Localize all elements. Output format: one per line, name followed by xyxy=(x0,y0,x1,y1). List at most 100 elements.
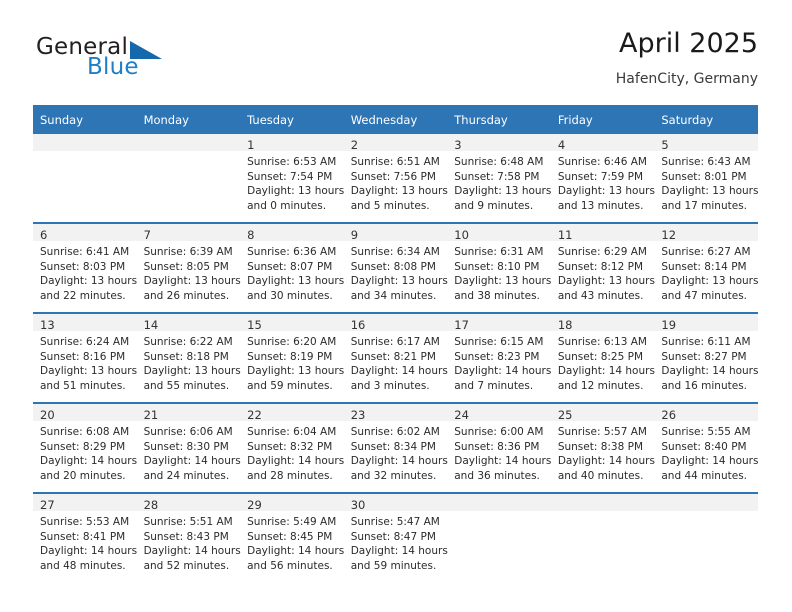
day-number-band: 10 xyxy=(447,224,551,242)
sunrise-text: Sunrise: 6:29 AM xyxy=(557,246,647,258)
sunrise-text: Sunrise: 6:24 AM xyxy=(40,336,130,348)
day-details: Sunrise: 6:39 AM Sunset: 8:05 PM Daylight:… xyxy=(137,241,241,303)
day-details: Sunrise: 6:20 AM Sunset: 8:19 PM Daylight:… xyxy=(240,331,344,393)
day-number: 19 xyxy=(661,318,677,332)
calendar-day-cell[interactable]: 28 Sunrise: 5:51 AM Sunset: 8:43 PM Dayligh… xyxy=(136,492,241,582)
day-number-band: 21 xyxy=(136,404,241,422)
day-number-band: 20 xyxy=(33,404,137,422)
day-number: 2 xyxy=(350,138,359,152)
daylight-text-line2: and 24 minutes. xyxy=(143,469,230,482)
day-number: 14 xyxy=(143,318,159,332)
calendar-week-row: 20 Sunrise: 6:08 AM Sunset: 8:29 PM Dayligh… xyxy=(33,402,758,493)
calendar-day-cell[interactable]: 25 Sunrise: 5:57 AM Sunset: 8:38 PM Dayligh… xyxy=(550,402,655,493)
day-cell-inner: 2 Sunrise: 6:51 AM Sunset: 7:56 PM Daylight… xyxy=(343,134,448,222)
daylight-text-line1: Daylight: 14 hours xyxy=(454,365,552,378)
day-number-band: 17 xyxy=(447,314,551,332)
calendar-day-cell[interactable]: 24 Sunrise: 6:00 AM Sunset: 8:36 PM Dayligh… xyxy=(447,402,551,493)
daylight-text-line2: and 5 minutes. xyxy=(350,199,430,212)
daylight-text-line1: Daylight: 13 hours xyxy=(40,275,138,288)
calendar-day-cell[interactable]: 1 Sunrise: 6:53 AM Sunset: 7:54 PM Daylight… xyxy=(240,134,344,223)
sunrise-text: Sunrise: 6:04 AM xyxy=(247,426,337,438)
calendar-day-cell[interactable]: 13 Sunrise: 6:24 AM Sunset: 8:16 PM Dayligh… xyxy=(33,312,137,403)
calendar-day-cell[interactable]: 29 Sunrise: 5:49 AM Sunset: 8:45 PM Dayligh… xyxy=(240,492,344,582)
day-cell-inner xyxy=(654,494,758,582)
daylight-text-line2: and 17 minutes. xyxy=(661,199,748,212)
calendar-day-cell[interactable]: 19 Sunrise: 6:11 AM Sunset: 8:27 PM Dayligh… xyxy=(654,312,758,403)
calendar-day-cell[interactable]: 5 Sunrise: 6:43 AM Sunset: 8:01 PM Daylight… xyxy=(654,134,758,223)
day-number-band: 22 xyxy=(240,404,344,422)
weekday-header-sunday: Sunday xyxy=(33,105,137,134)
day-number-band: 29 xyxy=(240,494,344,512)
calendar-day-cell[interactable]: 12 Sunrise: 6:27 AM Sunset: 8:14 PM Dayligh… xyxy=(654,222,758,313)
calendar-day-cell[interactable]: 26 Sunrise: 5:55 AM Sunset: 8:40 PM Dayligh… xyxy=(654,402,758,493)
daylight-text-line1: Daylight: 13 hours xyxy=(454,185,552,198)
calendar-day-cell[interactable]: 17 Sunrise: 6:15 AM Sunset: 8:23 PM Dayligh… xyxy=(447,312,552,403)
sunrise-text: Sunrise: 6:51 AM xyxy=(350,156,440,168)
day-cell-inner: 24 Sunrise: 6:00 AM Sunset: 8:36 PM Dayligh… xyxy=(447,404,551,492)
calendar-day-cell[interactable]: 2 Sunrise: 6:51 AM Sunset: 7:56 PM Daylight… xyxy=(343,134,448,223)
day-details: Sunrise: 6:43 AM Sunset: 8:01 PM Daylight:… xyxy=(654,151,758,213)
day-number-band: 5 xyxy=(654,134,758,152)
day-number: 8 xyxy=(247,228,255,242)
sunrise-text: Sunrise: 5:49 AM xyxy=(247,516,337,528)
daylight-text-line1: Daylight: 13 hours xyxy=(143,365,241,378)
calendar-day-cell[interactable]: 15 Sunrise: 6:20 AM Sunset: 8:19 PM Dayligh… xyxy=(240,312,344,403)
calendar-page: General Blue April 2025 HafenCity, Germa… xyxy=(0,0,792,612)
day-cell-inner xyxy=(33,134,137,222)
sunset-text: Sunset: 8:18 PM xyxy=(143,350,229,363)
sunset-text: Sunset: 8:47 PM xyxy=(350,530,436,543)
calendar-day-cell[interactable]: 30 Sunrise: 5:47 AM Sunset: 8:47 PM Dayligh… xyxy=(343,492,448,582)
calendar-day-cell[interactable]: 14 Sunrise: 6:22 AM Sunset: 8:18 PM Dayligh… xyxy=(136,312,241,403)
day-cell-inner: 7 Sunrise: 6:39 AM Sunset: 8:05 PM Daylight… xyxy=(136,224,241,312)
daylight-text-line2: and 59 minutes. xyxy=(247,379,333,392)
calendar-day-cell[interactable]: 18 Sunrise: 6:13 AM Sunset: 8:25 PM Dayligh… xyxy=(550,312,655,403)
calendar-day-cell[interactable]: 8 Sunrise: 6:36 AM Sunset: 8:07 PM Daylight… xyxy=(240,222,344,313)
day-details: Sunrise: 6:29 AM Sunset: 8:12 PM Daylight:… xyxy=(551,241,655,303)
day-cell-inner: 20 Sunrise: 6:08 AM Sunset: 8:29 PM Dayligh… xyxy=(33,404,137,492)
day-cell-inner: 11 Sunrise: 6:29 AM Sunset: 8:12 PM Dayligh… xyxy=(550,224,655,312)
calendar-day-cell[interactable]: 7 Sunrise: 6:39 AM Sunset: 8:05 PM Daylight… xyxy=(136,222,241,313)
day-details: Sunrise: 5:47 AM Sunset: 8:47 PM Daylight:… xyxy=(344,511,448,573)
daylight-text-line2: and 52 minutes. xyxy=(143,559,230,572)
sunrise-text: Sunrise: 6:27 AM xyxy=(661,246,751,258)
day-details: Sunrise: 5:49 AM Sunset: 8:45 PM Daylight:… xyxy=(240,511,344,573)
day-cell-inner: 21 Sunrise: 6:06 AM Sunset: 8:30 PM Dayligh… xyxy=(136,404,241,492)
calendar-day-cell[interactable]: 27 Sunrise: 5:53 AM Sunset: 8:41 PM Dayligh… xyxy=(33,492,137,582)
day-details: Sunrise: 6:24 AM Sunset: 8:16 PM Daylight:… xyxy=(33,331,137,393)
calendar-day-cell[interactable]: 16 Sunrise: 6:17 AM Sunset: 8:21 PM Dayligh… xyxy=(343,312,448,403)
calendar-day-cell[interactable]: 4 Sunrise: 6:46 AM Sunset: 7:59 PM Daylight… xyxy=(550,134,655,223)
daylight-text-line2: and 13 minutes. xyxy=(557,199,644,212)
calendar-day-cell[interactable]: 9 Sunrise: 6:34 AM Sunset: 8:08 PM Daylight… xyxy=(343,222,448,313)
sunrise-text: Sunrise: 6:39 AM xyxy=(143,246,233,258)
day-number: 24 xyxy=(454,408,469,422)
day-details: Sunrise: 6:02 AM Sunset: 8:34 PM Daylight:… xyxy=(344,421,448,483)
daylight-text-line1: Daylight: 14 hours xyxy=(350,365,448,378)
day-details: Sunrise: 6:51 AM Sunset: 7:56 PM Daylight:… xyxy=(344,151,448,213)
sunrise-text: Sunrise: 6:48 AM xyxy=(454,156,544,168)
calendar-day-cell[interactable]: 22 Sunrise: 6:04 AM Sunset: 8:32 PM Dayligh… xyxy=(240,402,344,493)
brand-logo[interactable]: General Blue xyxy=(33,28,253,90)
calendar-day-cell[interactable]: 11 Sunrise: 6:29 AM Sunset: 8:12 PM Dayligh… xyxy=(550,222,655,313)
sunset-text: Sunset: 8:10 PM xyxy=(454,260,540,273)
calendar-day-cell[interactable]: 6 Sunrise: 6:41 AM Sunset: 8:03 PM Daylight… xyxy=(33,222,138,313)
day-number-band: 26 xyxy=(654,404,758,422)
day-number: 6 xyxy=(40,228,48,242)
day-number: 5 xyxy=(661,138,669,152)
calendar-day-cell[interactable]: 3 Sunrise: 6:48 AM Sunset: 7:58 PM Daylight… xyxy=(447,134,551,223)
calendar-cell-empty xyxy=(136,134,241,223)
calendar-day-cell[interactable]: 20 Sunrise: 6:08 AM Sunset: 8:29 PM Dayligh… xyxy=(33,402,137,493)
daylight-text-line2: and 55 minutes. xyxy=(143,379,230,392)
day-details: Sunrise: 6:34 AM Sunset: 8:08 PM Daylight:… xyxy=(344,241,448,303)
calendar-day-cell[interactable]: 23 Sunrise: 6:02 AM Sunset: 8:34 PM Dayligh… xyxy=(343,402,448,493)
day-details: Sunrise: 6:27 AM Sunset: 8:14 PM Daylight:… xyxy=(654,241,758,303)
calendar-day-cell[interactable]: 21 Sunrise: 6:06 AM Sunset: 8:30 PM Dayligh… xyxy=(136,402,241,493)
daylight-text-line1: Daylight: 13 hours xyxy=(454,275,552,288)
day-cell-inner: 14 Sunrise: 6:22 AM Sunset: 8:18 PM Dayligh… xyxy=(136,314,241,402)
daylight-text-line1: Daylight: 13 hours xyxy=(661,275,759,288)
day-cell-inner: 19 Sunrise: 6:11 AM Sunset: 8:27 PM Dayligh… xyxy=(654,314,758,402)
day-cell-inner: 18 Sunrise: 6:13 AM Sunset: 8:25 PM Dayligh… xyxy=(550,314,655,402)
daylight-text-line2: and 36 minutes. xyxy=(454,469,540,482)
sunrise-text: Sunrise: 6:13 AM xyxy=(557,336,647,348)
calendar-day-cell[interactable]: 10 Sunrise: 6:31 AM Sunset: 8:10 PM Dayligh… xyxy=(447,222,552,313)
day-number-band: 3 xyxy=(447,134,551,152)
